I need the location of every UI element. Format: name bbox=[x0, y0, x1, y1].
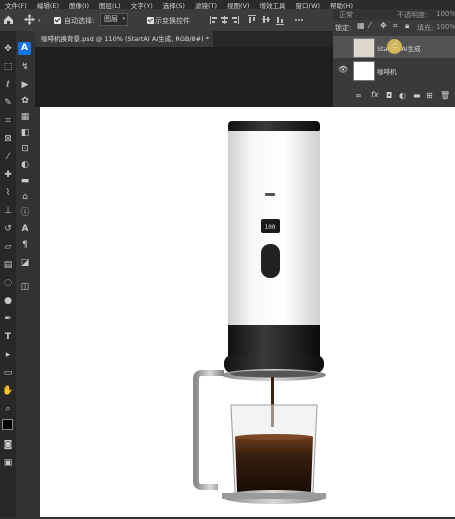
chevron-down-icon: ▾ bbox=[122, 16, 125, 22]
layers-panel: 正常 不透明度: 100% 锁定: ▦ ⁄ ✥ ⌗ 🔒︎ 填充: 100% St… bbox=[333, 9, 455, 107]
layer-thumbnail bbox=[353, 61, 375, 81]
foreground-color-swatch[interactable] bbox=[2, 419, 13, 430]
quick-mask-icon[interactable]: ◙ bbox=[2, 439, 14, 451]
lock-image-icon[interactable]: ⁄ bbox=[369, 21, 370, 30]
gradient-icon[interactable]: ▤ bbox=[2, 259, 14, 271]
eye-icon[interactable]: 👁︎ bbox=[338, 65, 348, 74]
paragraph-icon[interactable]: ¶ bbox=[19, 239, 31, 251]
layer-thumbnail bbox=[353, 38, 375, 58]
crop-icon[interactable]: ⌗ bbox=[2, 115, 14, 127]
mask-icon[interactable]: ◘ bbox=[386, 91, 392, 100]
home-icon[interactable] bbox=[3, 14, 14, 25]
coffee-machine-image: 100 bbox=[193, 121, 326, 504]
lock-transparent-icon[interactable]: ▦ bbox=[357, 21, 365, 30]
character-icon[interactable]: A bbox=[19, 223, 31, 235]
plugin-icon[interactable]: ▦ bbox=[19, 111, 31, 123]
properties-icon[interactable]: ◫ bbox=[19, 281, 31, 293]
plugin-icon[interactable]: ◧ bbox=[19, 127, 31, 139]
frame-icon[interactable]: ⊠ bbox=[2, 133, 14, 145]
blend-mode-select[interactable]: 正常 bbox=[339, 10, 353, 20]
brush-icon[interactable]: ⌇ bbox=[2, 187, 14, 199]
fill-value[interactable]: 100% bbox=[436, 23, 455, 31]
startai-plugin-icon[interactable]: A bbox=[18, 42, 31, 55]
lock-position-icon[interactable]: ✥ bbox=[380, 21, 387, 30]
pasteboard bbox=[35, 47, 333, 107]
chevron-down-icon[interactable]: ▾ bbox=[38, 18, 41, 24]
opacity-label: 不透明度: bbox=[397, 11, 428, 19]
auto-select-checkbox[interactable] bbox=[54, 17, 61, 24]
fill-label: 填充: bbox=[417, 24, 434, 32]
auto-select-value: 图层 bbox=[104, 15, 118, 23]
path-select-icon[interactable]: ▸ bbox=[2, 349, 14, 361]
auto-select-dropdown[interactable]: 图层 ▾ bbox=[100, 13, 128, 26]
plugin-icon[interactable]: ◐ bbox=[19, 159, 31, 171]
type-icon[interactable]: T bbox=[2, 331, 14, 343]
stamp-icon[interactable]: ⊥ bbox=[2, 205, 14, 217]
adjustment-icon[interactable]: ◐ bbox=[399, 91, 406, 100]
move-icon[interactable]: ✥ bbox=[2, 43, 14, 55]
history-brush-icon[interactable]: ↺ bbox=[2, 223, 14, 235]
auto-select-label: 自动选择: bbox=[64, 17, 95, 25]
trash-icon[interactable]: 🗑︎ bbox=[440, 91, 450, 100]
plugin-icon[interactable]: ▬ bbox=[19, 175, 31, 187]
link-icon[interactable]: ∞ bbox=[355, 91, 362, 100]
lock-label: 锁定: bbox=[335, 24, 352, 32]
eyedropper-icon[interactable]: ⁄ bbox=[2, 151, 14, 163]
pen-icon[interactable]: ✒ bbox=[2, 313, 14, 325]
lock-artboard-icon[interactable]: ⌗ bbox=[393, 21, 398, 31]
new-layer-icon[interactable]: ⊞ bbox=[426, 91, 433, 100]
quick-select-icon[interactable]: ✎ bbox=[2, 97, 14, 109]
menu-bar: 文件(F) 编辑(E) 图像(I) 图层(L) 文字(Y) 选择(S) 滤镜(T… bbox=[0, 0, 455, 10]
fx-icon[interactable]: fx bbox=[371, 90, 379, 99]
lock-all-icon[interactable]: 🔒︎ bbox=[405, 21, 409, 31]
device-display: 100 bbox=[265, 224, 276, 231]
rectangle-icon[interactable]: ▭ bbox=[2, 367, 14, 379]
dodge-icon[interactable]: ● bbox=[2, 295, 14, 307]
info-icon[interactable]: ⓘ bbox=[19, 207, 31, 219]
transform-controls-label: 显示变换控件 bbox=[148, 17, 190, 25]
layers-footer: ∞ fx ◘ ◐ ▬ ⊞ 🗑︎ bbox=[333, 85, 455, 107]
layers-icon[interactable]: ◪ bbox=[19, 257, 31, 269]
plugin-icon[interactable]: ⌂ bbox=[19, 191, 31, 203]
eraser-icon[interactable]: ▱ bbox=[2, 241, 14, 253]
plugin-icon[interactable]: ✿ bbox=[19, 95, 31, 107]
layer-row-coffee-machine[interactable]: 👁︎ 咖啡机 bbox=[333, 59, 455, 81]
toolbar-plugins: A ↯ ▶ ✿ ▦ ◧ ⊡ ◐ ▬ ⌂ ⓘ A ¶ ◪ ◫ bbox=[16, 31, 35, 517]
folder-icon[interactable]: ▬ bbox=[413, 91, 421, 100]
layers-header: 正常 不透明度: 100% bbox=[333, 9, 455, 20]
document-canvas[interactable]: 100 bbox=[40, 107, 455, 517]
document-tab-title: 咖啡机换背景.psd @ 110% (StartAI AI生成, RGB/8#)… bbox=[41, 35, 209, 43]
plugin-icon[interactable]: ⊡ bbox=[19, 143, 31, 155]
marquee-icon[interactable]: ⬚ bbox=[2, 61, 14, 73]
document-tab[interactable]: 咖啡机换背景.psd @ 110% (StartAI AI生成, RGB/8#)… bbox=[35, 31, 213, 47]
move-tool-icon[interactable] bbox=[24, 14, 35, 25]
layer-row-startai[interactable]: StartAI AI生成 ☝ bbox=[333, 36, 455, 58]
align-icons[interactable] bbox=[210, 15, 330, 25]
plugin-icon[interactable]: ↯ bbox=[19, 61, 31, 73]
hand-cursor-icon: ☝ bbox=[392, 40, 399, 51]
opacity-value[interactable]: 100% bbox=[436, 10, 455, 18]
layer-name: 咖啡机 bbox=[377, 68, 397, 76]
blur-icon[interactable]: ◌ bbox=[2, 277, 14, 289]
zoom-icon[interactable]: ⌕ bbox=[2, 403, 14, 415]
hand-icon[interactable]: ✋ bbox=[2, 385, 14, 397]
lock-row: 锁定: ▦ ⁄ ✥ ⌗ 🔒︎ 填充: 100% bbox=[333, 20, 455, 34]
toolbar-left: ✥ ⬚ ℓ ✎ ⌗ ⊠ ⁄ ✚ ⌇ ⊥ ↺ ▱ ▤ ◌ ● ✒ T ▸ ▭ ✋ … bbox=[0, 31, 17, 517]
healing-icon[interactable]: ✚ bbox=[2, 169, 14, 181]
screen-mode-icon[interactable]: ▣ bbox=[2, 457, 14, 469]
lasso-icon[interactable]: ℓ bbox=[2, 79, 14, 91]
play-icon[interactable]: ▶ bbox=[19, 79, 31, 91]
